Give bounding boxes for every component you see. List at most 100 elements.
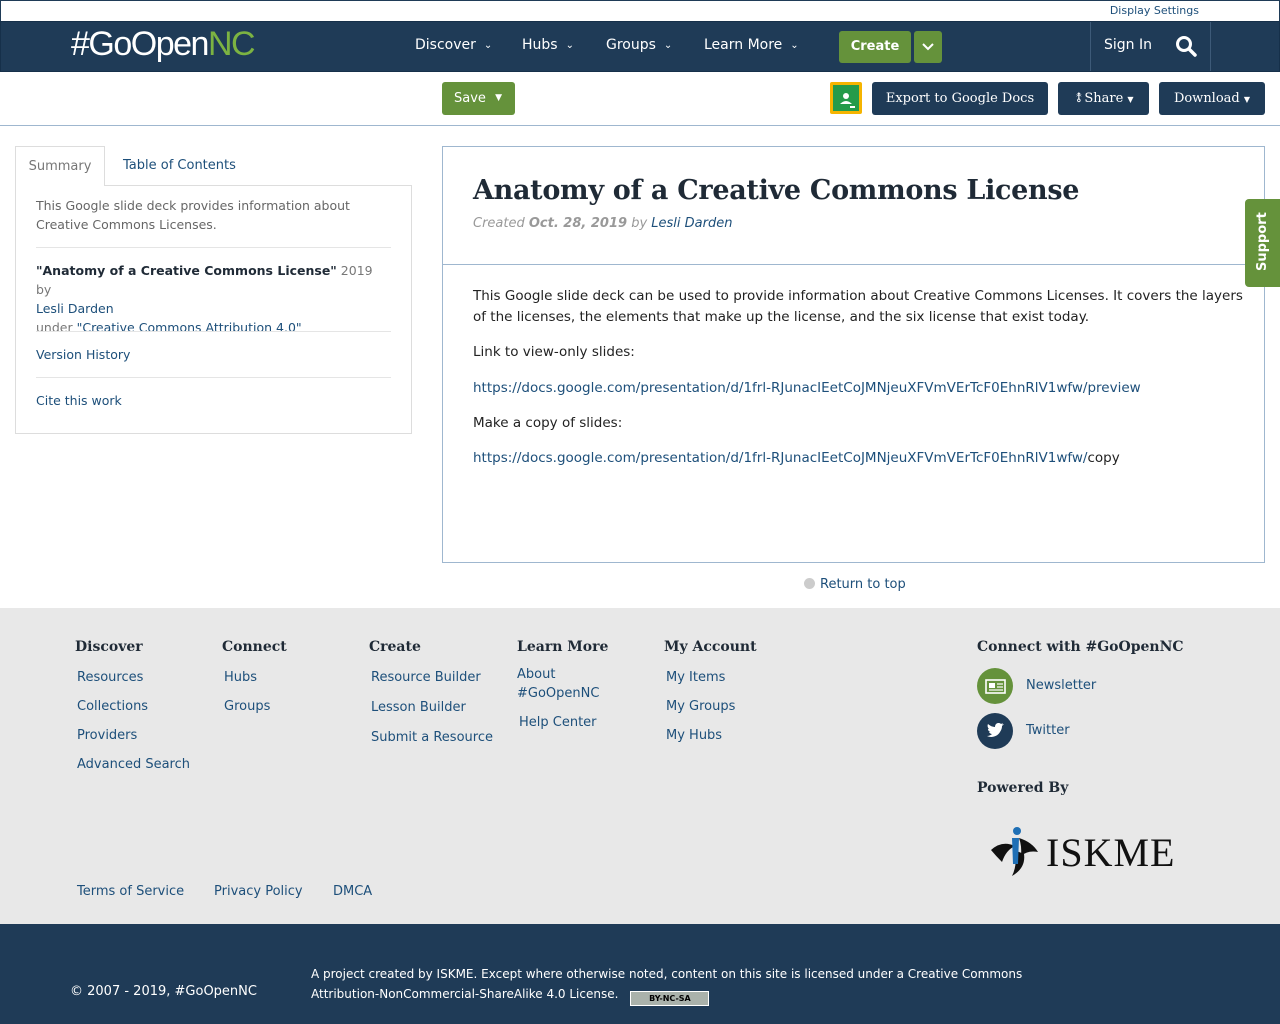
site-logo[interactable]: #GoOpenNC xyxy=(71,25,256,64)
person-icon xyxy=(840,93,855,108)
footer-link[interactable]: Resources xyxy=(77,663,190,692)
nav-hubs[interactable]: Hubs ⌄ xyxy=(522,37,574,53)
terms-link[interactable]: Terms of Service xyxy=(77,884,184,899)
return-top-label: Return to top xyxy=(820,577,906,592)
return-to-top-link[interactable]: Return to top xyxy=(804,577,906,592)
divider xyxy=(36,377,391,378)
footer-col-create: Create Resource Builder Lesson Builder S… xyxy=(369,639,493,753)
cc-license-badge[interactable]: BY-NC-SA xyxy=(630,991,710,1006)
author-link[interactable]: Lesli Darden xyxy=(651,216,732,231)
footer-link[interactable]: Submit a Resource xyxy=(371,723,493,753)
nav-divider xyxy=(1210,22,1211,71)
footer-link[interactable]: My Hubs xyxy=(666,721,757,750)
nav-discover[interactable]: Discover ⌄ xyxy=(415,37,492,53)
save-button[interactable]: Save ▼ xyxy=(442,82,515,115)
description-text: This Google slide deck provides informat… xyxy=(36,198,350,232)
google-classroom-icon[interactable] xyxy=(830,82,862,114)
attribution-under: under xyxy=(36,320,77,335)
twitter-icon xyxy=(977,713,1013,749)
divider xyxy=(36,247,391,248)
footer-link[interactable]: Providers xyxy=(77,721,190,750)
display-settings-link[interactable]: Display Settings xyxy=(1110,4,1199,17)
footer-col-my-account: My Account My Items My Groups My Hubs xyxy=(664,639,757,750)
project-text-wrap: A project created by ISKME. Except where… xyxy=(311,964,1061,1006)
footer-link[interactable]: Hubs xyxy=(224,663,287,692)
footer-link[interactable]: Resource Builder xyxy=(371,663,493,693)
download-label: Download xyxy=(1173,91,1240,106)
caret-down-icon: ▼ xyxy=(495,93,502,103)
footer-link[interactable]: Collections xyxy=(77,692,190,721)
support-label: Support xyxy=(1255,212,1270,271)
copy-label: Make a copy of slides: xyxy=(473,415,623,431)
footer-link[interactable]: Advanced Search xyxy=(77,750,190,779)
nav-divider xyxy=(1090,22,1091,71)
nav-learn-more[interactable]: Learn More ⌄ xyxy=(704,37,799,53)
created-date: Oct. 28, 2019 xyxy=(528,216,628,231)
nav-discover-label: Discover xyxy=(415,37,476,53)
footer-heading: Learn More xyxy=(517,639,609,655)
create-dropdown-button[interactable] xyxy=(914,31,942,63)
site-footer: Discover Resources Collections Providers… xyxy=(0,608,1280,924)
footer-heading: Discover xyxy=(75,639,143,655)
sidebar-tabs: Summary Table of Contents xyxy=(15,146,412,186)
view-only-link[interactable]: https://docs.google.com/presentation/d/1… xyxy=(473,378,1243,399)
resource-toolbar: Save ▼ Export to Google Docs ⥉Share ▼ Dow… xyxy=(0,72,1280,126)
resource-meta: Created Oct. 28, 2019 by Lesli Darden xyxy=(473,216,732,231)
save-label: Save xyxy=(454,91,486,106)
sign-in-link[interactable]: Sign In xyxy=(1104,37,1152,53)
nav-groups[interactable]: Groups ⌄ xyxy=(606,37,672,53)
footer-heading: Connect with #GoOpenNC xyxy=(977,639,1184,655)
dmca-link[interactable]: DMCA xyxy=(333,884,372,899)
attribution-title: "Anatomy of a Creative Commons License" xyxy=(36,263,337,278)
footer-heading: Connect xyxy=(222,639,287,655)
content-divider xyxy=(443,264,1264,265)
search-icon[interactable] xyxy=(1175,35,1197,57)
chevron-down-icon: ⌄ xyxy=(565,40,574,51)
by-label: by xyxy=(627,216,652,231)
footer-link[interactable]: My Groups xyxy=(666,692,757,721)
iskme-logo-icon xyxy=(991,827,1038,876)
nav-groups-label: Groups xyxy=(606,37,656,53)
license-link[interactable]: "Creative Commons Attribution 4.0" xyxy=(77,320,302,335)
share-label: Share xyxy=(1084,91,1124,106)
newsletter-link[interactable]: Newsletter xyxy=(1026,678,1096,693)
share-button[interactable]: ⥉Share ▼ xyxy=(1058,82,1149,115)
cite-work-link[interactable]: Cite this work xyxy=(36,391,391,410)
view-only-label: Link to view-only slides: xyxy=(473,344,635,360)
twitter-link[interactable]: Twitter xyxy=(1026,723,1070,738)
tab-summary[interactable]: Summary xyxy=(15,146,105,186)
newspaper-icon xyxy=(977,668,1013,704)
divider xyxy=(36,331,391,332)
description-paragraph: This Google slide deck can be used to pr… xyxy=(473,288,1243,325)
attribution: "Anatomy of a Creative Commons License" … xyxy=(36,261,391,337)
footer-heading: Create xyxy=(369,639,421,655)
nav-learn-more-label: Learn More xyxy=(704,37,783,53)
version-history-link[interactable]: Version History xyxy=(36,345,391,364)
logo-hash: #GoOpen xyxy=(71,25,209,63)
footer-heading: My Account xyxy=(664,639,757,655)
footer-link[interactable]: Lesson Builder xyxy=(371,693,493,723)
footer-link[interactable]: My Items xyxy=(666,663,757,692)
chevron-down-icon: ⌄ xyxy=(790,40,799,51)
attribution-author-link[interactable]: Lesli Darden xyxy=(36,301,114,316)
footer-link[interactable]: Help Center xyxy=(519,713,617,732)
arrow-up-circle-icon xyxy=(804,578,815,589)
powered-by-heading: Powered By xyxy=(977,780,1069,796)
footer-link[interactable]: Groups xyxy=(224,692,287,721)
summary-panel: This Google slide deck provides informat… xyxy=(15,185,412,434)
tab-table-of-contents[interactable]: Table of Contents xyxy=(123,146,236,186)
summary-description: This Google slide deck provides informat… xyxy=(36,196,391,234)
copy-link[interactable]: https://docs.google.com/presentation/d/1… xyxy=(473,450,1087,466)
iskme-logo-text: ISKME xyxy=(1046,830,1176,875)
create-button[interactable]: Create xyxy=(839,31,911,63)
download-button[interactable]: Download ▼ xyxy=(1159,82,1265,115)
caret-down-icon: ▼ xyxy=(1243,95,1251,104)
privacy-link[interactable]: Privacy Policy xyxy=(214,884,303,899)
footer-link[interactable]: About #GoOpenNC xyxy=(517,665,607,703)
export-google-docs-button[interactable]: Export to Google Docs xyxy=(872,82,1048,115)
resource-content: Anatomy of a Creative Commons License Cr… xyxy=(442,146,1265,563)
support-tab[interactable]: Support xyxy=(1245,199,1280,287)
copy-link-tail: copy xyxy=(1087,450,1120,466)
utility-bar: Display Settings xyxy=(0,0,1280,21)
copy-link-line: https://docs.google.com/presentation/d/1… xyxy=(473,448,1243,469)
